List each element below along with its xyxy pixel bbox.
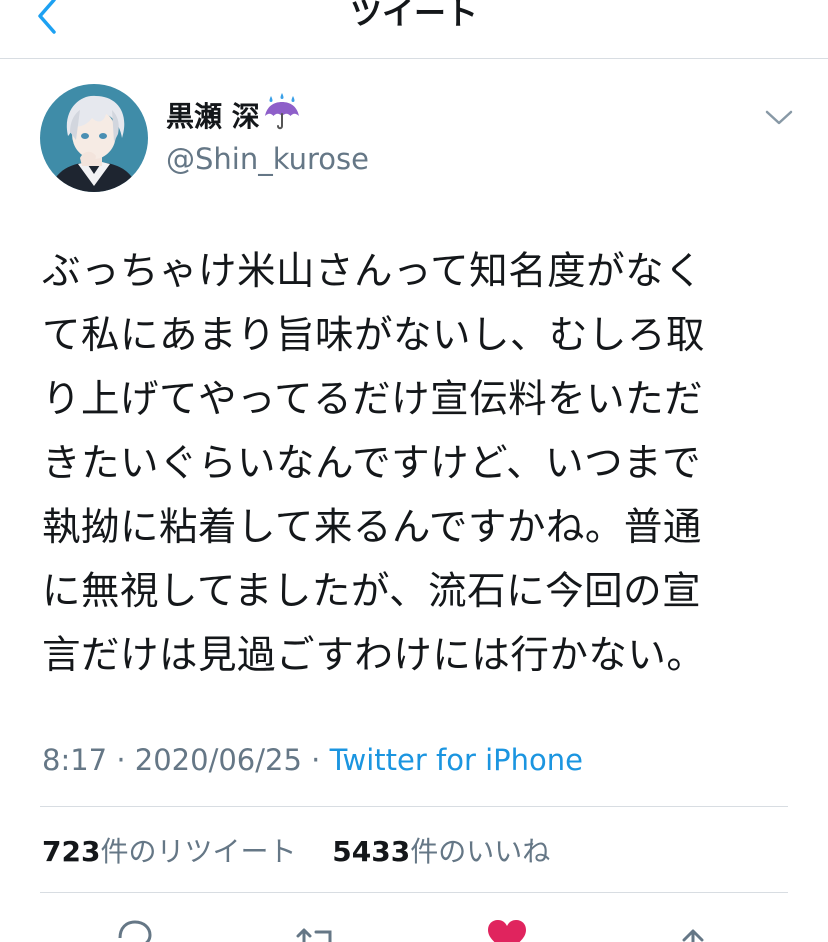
- umbrella-with-rain-icon: [262, 92, 302, 132]
- more-options-button[interactable]: [762, 104, 796, 132]
- nav-bar: ツイート: [0, 0, 828, 59]
- author-handle[interactable]: @Shin_kurose: [166, 141, 369, 177]
- share-button[interactable]: [668, 912, 718, 942]
- likes-label: 件のいいね: [410, 835, 551, 868]
- chevron-down-icon: [765, 110, 793, 125]
- meta-separator: ·: [107, 743, 135, 777]
- tweet-source-link[interactable]: Twitter for iPhone: [330, 743, 583, 777]
- heart-icon: [488, 920, 526, 942]
- page-title: ツイート: [349, 0, 478, 32]
- avatar[interactable]: [40, 84, 148, 192]
- reply-icon: [118, 920, 152, 942]
- likes-count: 5433: [332, 835, 411, 868]
- tweet-text: ぶっちゃけ米山さんって知名度がなく て私にあまり旨味がないし、むしろ取 り上げて…: [42, 249, 706, 678]
- retweets-label: 件のリツイート: [100, 835, 297, 868]
- divider: [40, 806, 788, 807]
- tweet-stats: 723件のリツイート 5433件のいいね: [42, 832, 550, 872]
- display-name-text: 黒瀬 深: [166, 100, 260, 133]
- retweet-icon: [296, 928, 332, 942]
- like-button[interactable]: [482, 912, 532, 942]
- tweet-detail-screen: ツイート 黒瀬 深 @Shin_kurose ぶっちゃけ米山さんって知名度がなく…: [0, 0, 828, 942]
- retweets-count: 723: [42, 835, 101, 868]
- retweets-stat[interactable]: 723件のリツイート: [42, 835, 296, 868]
- tweet-meta: 8:17 · 2020/06/25 · Twitter for iPhone: [42, 740, 583, 780]
- tweet-date: 2020/06/25: [134, 743, 302, 777]
- divider: [40, 892, 788, 893]
- avatar-image: [40, 84, 148, 192]
- share-icon: [682, 929, 704, 942]
- reply-button[interactable]: [110, 912, 160, 942]
- likes-stat[interactable]: 5433件のいいね: [332, 835, 550, 868]
- meta-separator: ·: [301, 743, 330, 777]
- tweet-time: 8:17: [42, 743, 108, 777]
- author-display-name[interactable]: 黒瀬 深: [166, 93, 302, 138]
- retweet-button[interactable]: [292, 912, 342, 942]
